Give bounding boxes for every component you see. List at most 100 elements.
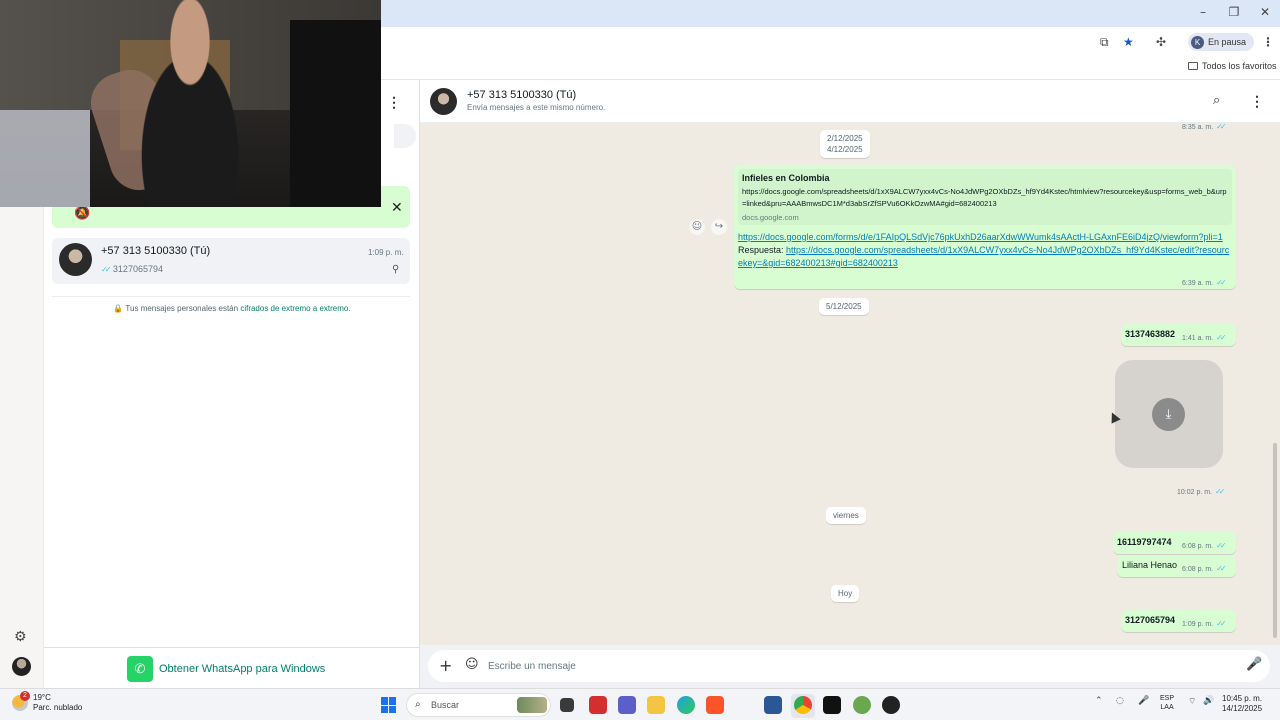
message-bubble[interactable]: Liliana Henao 6:08 p. m. ✓✓ (1117, 555, 1236, 577)
chat-preview: ✓✓ 3127065794 (101, 264, 163, 274)
conversation-menu-icon[interactable]: ⋮ (1250, 93, 1264, 110)
volume-icon[interactable]: 🔊 (1203, 696, 1214, 706)
webcam-person (115, 0, 265, 207)
notification-badge: 2 (20, 691, 30, 701)
media-message[interactable]: ⤓ (1115, 360, 1223, 468)
message-text: 3127065794 (1125, 615, 1176, 625)
teams-icon[interactable] (618, 696, 636, 714)
wifi-icon[interactable]: ⌔ (1188, 696, 1196, 707)
double-check-icon: ✓✓ (1216, 541, 1227, 550)
language-line1: ESP (1160, 695, 1175, 702)
chrome-icon[interactable] (794, 696, 812, 714)
answer-link[interactable]: https://docs.google.com/spreadsheets/d/1… (738, 245, 1229, 268)
tray-app-icon[interactable]: ◌ (1116, 696, 1124, 706)
bookmark-star-icon[interactable]: ★ (1123, 35, 1134, 49)
tray-chevron-icon[interactable]: ⌃ (1095, 696, 1103, 706)
encryption-suffix: . (348, 304, 351, 313)
file-explorer-icon[interactable] (647, 696, 665, 714)
date-label: 4/12/2025 (827, 145, 863, 154)
restore-button[interactable]: ❐ (1219, 5, 1249, 19)
brave-icon[interactable] (706, 696, 724, 714)
encryption-notice: 🔒 Tus mensajes personales están cifrados… (44, 304, 420, 313)
app-icon-green[interactable] (853, 696, 871, 714)
emoji-reaction-icon[interactable]: ☺ (689, 219, 705, 235)
contact-name[interactable]: +57 313 5100330 (Tú) (467, 89, 576, 101)
taskbar-search[interactable]: ⌕ Buscar (406, 693, 551, 717)
link-message-bubble[interactable]: Infieles en Colombia https://docs.google… (734, 165, 1236, 289)
forward-icon[interactable]: ↪ (711, 219, 727, 235)
store-icon[interactable] (764, 696, 782, 714)
taskbar-search-label: Buscar (431, 700, 460, 710)
encryption-text: 🔒 Tus mensajes personales están (113, 304, 241, 313)
clock-date: 14/12/2025 (1222, 704, 1263, 713)
chat-preview-text: 3127065794 (112, 264, 163, 274)
double-check-icon: ✓✓ (1216, 619, 1227, 628)
language-line2: LAA (1160, 704, 1174, 711)
profile-avatar-nav[interactable] (12, 657, 31, 676)
profile-status: En pausa (1208, 37, 1247, 47)
message-time: 1:41 a. m. ✓✓ (1182, 333, 1227, 342)
link-preview-domain: docs.google.com (742, 213, 799, 222)
weather-widget[interactable]: 2 19°C Parc. nublado (12, 691, 83, 713)
app-icon-red[interactable] (589, 696, 607, 714)
message-bubble[interactable]: 3127065794 1:09 p. m. ✓✓ (1121, 610, 1236, 632)
folder-icon (1188, 62, 1198, 70)
bell-off-icon: 🔕 (74, 206, 91, 221)
get-app-label: Obtener WhatsApp para Windows (159, 663, 326, 675)
message-input[interactable] (488, 656, 1228, 676)
chat-name: +57 313 5100330 (Tú) (101, 245, 211, 257)
weather-desc: Parc. nublado (33, 703, 83, 712)
form-link[interactable]: https://docs.google.com/forms/d/e/1FAIpQ… (738, 232, 1223, 242)
task-view-icon[interactable] (560, 698, 574, 712)
webcam-chair (290, 20, 381, 207)
webcam-clothes (0, 110, 90, 207)
link-preview-card[interactable]: Infieles en Colombia https://docs.google… (738, 169, 1232, 225)
message-time-text: 1:41 a. m. (1182, 335, 1214, 342)
edge-icon[interactable] (677, 696, 695, 714)
language-indicator[interactable]: ESP LAA (1160, 694, 1174, 712)
install-app-icon[interactable]: ⧉ (1100, 35, 1109, 50)
extensions-icon[interactable]: ✣ (1156, 35, 1166, 49)
chat-list-item[interactable]: +57 313 5100330 (Tú) 1:09 p. m. ✓✓ 31270… (52, 238, 410, 284)
avatar (59, 243, 92, 276)
date-divider: 2/12/2025 4/12/2025 (820, 130, 870, 158)
emoji-icon[interactable]: ☺ (465, 657, 479, 672)
settings-icon[interactable]: ⚙ (14, 629, 27, 645)
browser-menu-icon[interactable]: ⋮ (1262, 35, 1274, 49)
message-bubble[interactable]: 16119797474 6:08 p. m. ✓✓ (1113, 532, 1236, 554)
divider (52, 296, 410, 297)
encryption-link[interactable]: cifrados de extremo a extremo (240, 304, 348, 313)
minimize-button[interactable]: – (1188, 5, 1218, 19)
search-input[interactable] (394, 124, 416, 148)
contact-avatar[interactable] (430, 88, 457, 115)
tradingview-icon[interactable] (823, 696, 841, 714)
message-bubble[interactable]: 3137463882 1:41 a. m. ✓✓ (1121, 324, 1236, 346)
all-bookmarks-label: Todos los favoritos (1202, 61, 1277, 71)
all-bookmarks-folder[interactable]: Todos los favoritos (1188, 61, 1277, 71)
date-label: 2/12/2025 (827, 134, 863, 143)
message-scrollbar[interactable] (1272, 123, 1278, 645)
app-icon-dark[interactable] (882, 696, 900, 714)
contact-subtitle: Envía mensajes a este mismo número. (467, 103, 606, 112)
download-icon[interactable]: ⤓ (1152, 398, 1185, 431)
close-window-button[interactable]: ✕ (1250, 5, 1280, 19)
message-area: 8:35 a. m. ✓✓ 2/12/2025 4/12/2025 ☺ ↪ Inf… (420, 123, 1280, 645)
double-check-icon: ✓✓ (1216, 278, 1227, 287)
system-clock[interactable]: 10:45 p. m. 14/12/2025 (1222, 694, 1262, 714)
scrollbar-thumb[interactable] (1273, 443, 1277, 638)
microphone-icon[interactable]: 🎤 (1246, 657, 1262, 672)
chat-list-menu-icon[interactable]: ⋮ (387, 94, 401, 111)
link-preview-url: https://docs.google.com/spreadsheets/d/1… (742, 187, 1227, 208)
search-icon[interactable]: ⌕ (1213, 93, 1220, 108)
date-divider: viernes (826, 507, 866, 524)
get-app-link[interactable]: ✆ Obtener WhatsApp para Windows (127, 656, 325, 682)
tray-mic-icon[interactable]: 🎤 (1138, 696, 1149, 706)
message-time-text: 6:39 a. m. (1182, 280, 1214, 287)
composer: + ☺ 🎤 (420, 645, 1280, 688)
profile-button[interactable]: K En pausa (1188, 33, 1255, 51)
attach-plus-icon[interactable]: + (439, 656, 452, 675)
start-button[interactable] (381, 697, 397, 713)
banner-close-button[interactable]: ✕ (391, 200, 403, 216)
message-time-text: 8:35 a. m. (1182, 124, 1214, 131)
search-icon: ⌕ (415, 699, 421, 710)
